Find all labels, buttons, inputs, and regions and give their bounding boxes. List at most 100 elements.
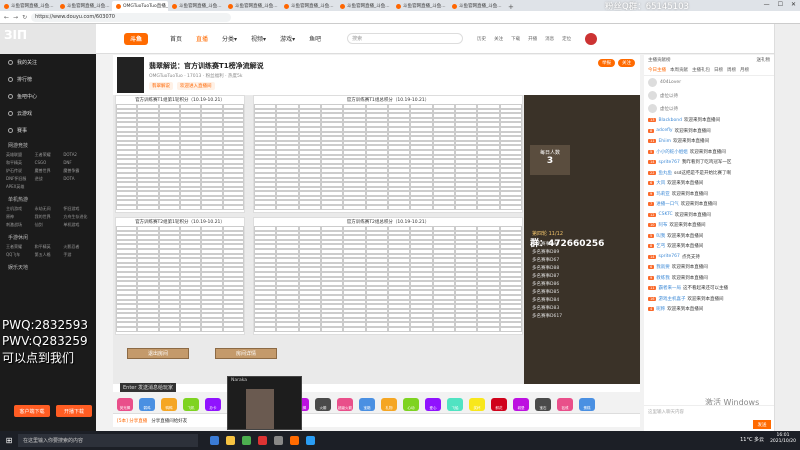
chat-tab[interactable]: 今日主播: [648, 67, 666, 73]
chat-username[interactable]: sprite767: [658, 254, 679, 259]
sidebar-item[interactable]: 鱼吧中心: [0, 88, 96, 105]
chat-tab[interactable]: 日榜: [714, 67, 723, 73]
sidebar-tag[interactable]: 第五人格: [35, 252, 62, 258]
ladder-row[interactable]: 404Lover: [644, 76, 774, 89]
sidebar-tag[interactable]: 和平精英: [35, 244, 62, 250]
chat-username[interactable]: 乞丐: [656, 243, 665, 249]
top-icon[interactable]: 历史: [477, 36, 486, 42]
gift-item[interactable]: 鲜花: [491, 398, 507, 411]
nav-link[interactable]: 游戏▾: [280, 34, 295, 43]
sidebar-tag[interactable]: 魔兽争霸: [63, 168, 90, 174]
top-icon[interactable]: 消息: [545, 36, 554, 42]
chat-tab[interactable]: 主播礼包: [692, 67, 710, 73]
sidebar-tag[interactable]: 王者荣耀: [35, 152, 62, 158]
sidebar-tag[interactable]: 炉石传说: [6, 168, 33, 174]
gift-item[interactable]: 办卡: [205, 398, 221, 411]
sidebar-item[interactable]: 排行榜: [0, 71, 96, 88]
sidebar-tag[interactable]: 火影忍者: [63, 244, 90, 250]
sidebar-tag[interactable]: 仙剑: [35, 222, 62, 228]
browser-tab[interactable]: 斗鱼官网直播_斗鱼...: [224, 1, 280, 11]
sidebar-tag[interactable]: QQ飞车: [6, 252, 33, 258]
chat-input[interactable]: 这里输入聊天内容: [644, 406, 774, 418]
chat-username[interactable]: 昵称: [656, 306, 665, 312]
start-stream-button[interactable]: 开播下载: [56, 405, 92, 417]
reload-icon[interactable]: ↻: [22, 14, 27, 21]
chrome-icon[interactable]: [242, 436, 251, 445]
gift-item[interactable]: 城堡: [513, 398, 529, 411]
maximize-button[interactable]: ☐: [778, 1, 783, 8]
task-view-icon[interactable]: [210, 436, 219, 445]
top-icon[interactable]: 定位: [562, 36, 571, 42]
chat-username[interactable]: adcefly: [656, 128, 672, 133]
sidebar-tag[interactable]: 方舟生存进化: [63, 214, 90, 220]
nav-link[interactable]: 直播: [196, 34, 208, 43]
top-icon[interactable]: 开播: [528, 36, 537, 42]
sidebar-item[interactable]: 赛事: [0, 122, 96, 139]
gift-item[interactable]: 宝石: [535, 398, 551, 411]
sidebar-tag[interactable]: 逆战: [35, 176, 62, 182]
browser-tab[interactable]: 斗鱼官网直播_斗鱼...: [392, 1, 448, 11]
chat-username[interactable]: CSKTC: [658, 212, 672, 217]
forward-icon[interactable]: →: [13, 14, 18, 21]
ladder-row[interactable]: 虚位以待: [644, 89, 774, 102]
browser-tab[interactable]: 斗鱼官网直播_斗鱼...: [280, 1, 336, 11]
app-icon[interactable]: [258, 436, 267, 445]
sidebar-tag[interactable]: 主机游戏: [6, 206, 33, 212]
host-avatar[interactable]: [117, 57, 144, 93]
site-logo[interactable]: 斗鱼: [124, 32, 148, 45]
gift-item[interactable]: 超级火箭: [337, 398, 353, 411]
steam-icon[interactable]: [306, 436, 315, 445]
chat-username[interactable]: 叫我: [656, 233, 665, 239]
douyu-icon[interactable]: [290, 436, 299, 445]
chat-username[interactable]: 大风: [656, 180, 665, 186]
gift-item[interactable]: 钻戒: [557, 398, 573, 411]
taskbar-search[interactable]: 在这里输入你要搜索的内容: [18, 434, 198, 447]
gift-item[interactable]: 心动: [403, 398, 419, 411]
send-button[interactable]: 发送: [753, 420, 771, 429]
chat-username[interactable]: 教练我: [656, 275, 670, 281]
search-input[interactable]: 搜索: [347, 33, 464, 44]
gift-item[interactable]: 鸭鸭: [161, 398, 177, 411]
top-icon[interactable]: 下载: [511, 36, 520, 42]
follow-button[interactable]: 关注: [618, 59, 635, 67]
room-detail-button[interactable]: 房间详情: [215, 348, 277, 359]
client-download-button[interactable]: 客户端下载: [14, 405, 50, 417]
sidebar-tag[interactable]: 单机游戏: [63, 222, 90, 228]
sidebar-item[interactable]: 云游戏: [0, 105, 96, 122]
sidebar-tag[interactable]: CSGO: [35, 160, 62, 166]
gift-item[interactable]: 弱鸡: [139, 398, 155, 411]
gift-item[interactable]: 火箭: [315, 398, 331, 411]
close-button[interactable]: ✕: [791, 1, 796, 8]
sidebar-tag[interactable]: 原神: [6, 214, 33, 220]
browser-tab[interactable]: 斗鱼官网直播_斗鱼...: [0, 1, 56, 11]
browser-tab[interactable]: 斗鱼官网直播_斗鱼...: [336, 1, 392, 11]
url-field[interactable]: https://www.douyu.com/603070: [31, 12, 232, 22]
browser-tab[interactable]: 斗鱼官网直播_斗鱼...: [168, 1, 224, 11]
sidebar-tag[interactable]: DNF: [63, 160, 90, 166]
nav-link[interactable]: 鱼吧: [309, 34, 321, 43]
gift-item[interactable]: 飞船: [447, 398, 463, 411]
chat-username[interactable]: 小小的蛇小姐姐: [656, 149, 688, 155]
sidebar-tag[interactable]: 我的世界: [35, 214, 62, 220]
weather[interactable]: 11°C 多云: [740, 436, 764, 443]
sidebar-tag[interactable]: 永劫无间: [35, 206, 62, 212]
nav-link[interactable]: 首页: [170, 34, 182, 43]
chat-username[interactable]: 游戏主机喜子: [658, 296, 685, 302]
chat-tab[interactable]: 本周贡献: [670, 67, 688, 73]
sidebar-tag[interactable]: 英雄联盟: [6, 152, 33, 158]
browser-tab[interactable]: 斗鱼官网直播_斗鱼...: [56, 1, 112, 11]
chat-username[interactable]: 霸者来一局: [658, 285, 681, 291]
chat-username[interactable]: Blackbond: [658, 118, 682, 123]
sidebar-tag[interactable]: 刺激战场: [6, 222, 33, 228]
exit-room-button[interactable]: 退出房间: [127, 348, 189, 359]
chat-username[interactable]: 进播一口气: [656, 201, 679, 207]
game-icon[interactable]: [274, 436, 283, 445]
browser-tab[interactable]: OMGTuoTuoTuo直播_斗鱼...: [112, 1, 168, 11]
gift-item[interactable]: 荧光棒: [117, 398, 133, 411]
new-tab-button[interactable]: +: [504, 3, 518, 11]
gift-item[interactable]: 奖杯: [469, 398, 485, 411]
nav-link[interactable]: 分类▾: [222, 34, 237, 43]
sidebar-tag[interactable]: 和平精英: [6, 160, 33, 166]
clock[interactable]: 16:01 2021/10/20: [770, 433, 796, 445]
taskbar-thumbnail[interactable]: Naraka: [227, 376, 302, 430]
